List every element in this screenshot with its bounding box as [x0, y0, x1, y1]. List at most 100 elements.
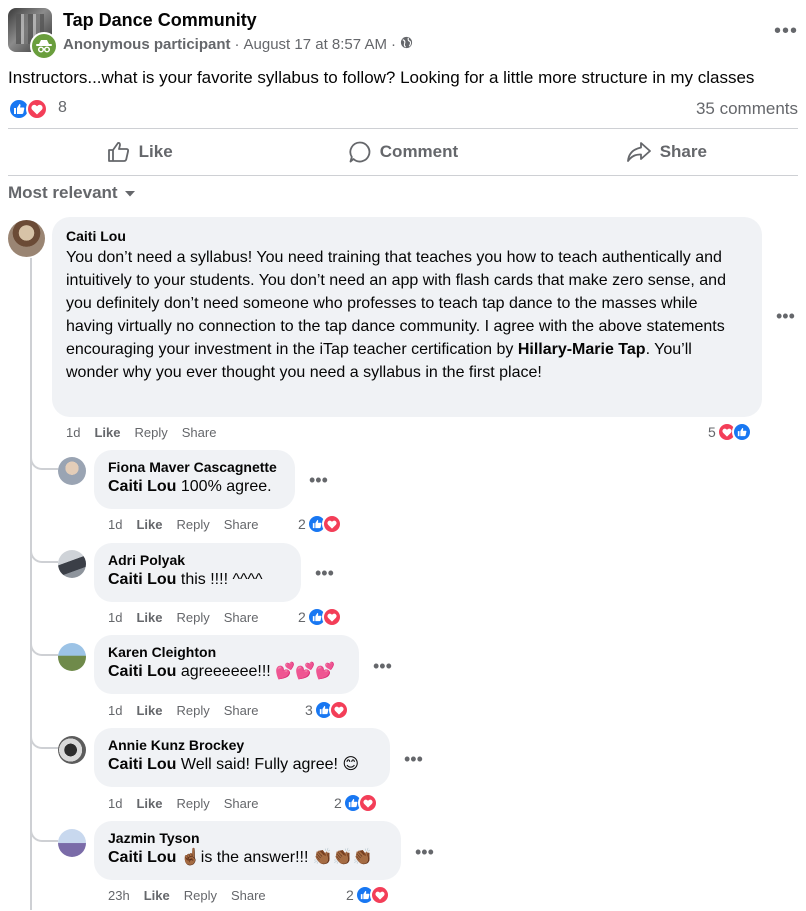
- comment-time[interactable]: 23h: [108, 888, 130, 903]
- comment-options-icon[interactable]: •••: [776, 306, 795, 327]
- post-meta: Anonymous participant · August 17 at 8:5…: [63, 36, 413, 53]
- comment-options-icon[interactable]: •••: [373, 656, 392, 677]
- meta-separator: ·: [390, 36, 396, 53]
- like-button[interactable]: Like: [8, 130, 271, 174]
- comment-share-button[interactable]: Share: [224, 610, 259, 625]
- reply-text-part: this !!!! ^^^^: [176, 571, 263, 588]
- reaction-count: 8: [58, 99, 67, 116]
- comment-reply-button[interactable]: Reply: [176, 796, 209, 811]
- commenter-name[interactable]: Karen Cleighton: [108, 644, 345, 660]
- reply-text-part: Well said! Fully agree! 😊: [176, 756, 360, 773]
- comment-time[interactable]: 1d: [66, 425, 80, 440]
- post-options-icon[interactable]: •••: [774, 20, 798, 43]
- caret-down-icon: [124, 183, 136, 203]
- share-button[interactable]: Share: [535, 130, 798, 174]
- avatar[interactable]: [58, 643, 86, 671]
- reply-actions: 23h Like Reply Share: [108, 888, 266, 903]
- comment-sort-dropdown[interactable]: Most relevant: [8, 183, 136, 203]
- commenter-name[interactable]: Jazmin Tyson: [108, 830, 387, 846]
- comment-share-button[interactable]: Share: [224, 796, 259, 811]
- thread-line: [30, 258, 32, 910]
- comment-time[interactable]: 1d: [108, 517, 122, 532]
- comments-count[interactable]: 35 comments: [696, 99, 798, 119]
- comment-time[interactable]: 1d: [108, 610, 122, 625]
- comment-time[interactable]: 1d: [108, 796, 122, 811]
- comment-reactions[interactable]: 2: [334, 793, 378, 813]
- anonymous-icon: [30, 32, 58, 60]
- comment-options-icon[interactable]: •••: [309, 470, 328, 491]
- reply-connector: [30, 735, 58, 749]
- reply-bubble: Adri Polyak Caiti Lou this !!!! ^^^^: [94, 543, 301, 602]
- comment-share-button[interactable]: Share: [224, 703, 259, 718]
- comment-share-button[interactable]: Share: [231, 888, 266, 903]
- comment-like-button[interactable]: Like: [136, 517, 162, 532]
- group-name[interactable]: Tap Dance Community: [63, 10, 257, 31]
- post-date[interactable]: August 17 at 8:57 AM: [244, 36, 387, 53]
- comment-actions: 1d Like Reply Share: [66, 425, 216, 440]
- comment-like-button[interactable]: Like: [136, 796, 162, 811]
- avatar[interactable]: [58, 736, 86, 764]
- reaction-icons: [8, 98, 48, 120]
- avatar[interactable]: [58, 550, 86, 578]
- comment-reply-button[interactable]: Reply: [176, 703, 209, 718]
- commenter-name[interactable]: Fiona Maver Cascagnette: [108, 459, 281, 475]
- post-header: Tap Dance Community Anonymous participan…: [8, 8, 798, 60]
- avatar[interactable]: [58, 829, 86, 857]
- comment-like-button[interactable]: Like: [144, 888, 170, 903]
- love-reaction-icon: [357, 793, 378, 813]
- post-reactions[interactable]: 8 35 comments: [8, 96, 798, 122]
- mention-link[interactable]: Caiti Lou: [108, 571, 176, 588]
- comment-reactions[interactable]: 2: [346, 885, 390, 905]
- reply-bubble: Annie Kunz Brockey Caiti Lou Well said! …: [94, 728, 390, 787]
- mention-link[interactable]: Caiti Lou: [108, 756, 176, 773]
- avatar[interactable]: [8, 220, 45, 257]
- comment-share-button[interactable]: Share: [182, 425, 217, 440]
- comment-options-icon[interactable]: •••: [415, 842, 434, 863]
- commenter-name[interactable]: Adri Polyak: [108, 552, 287, 568]
- reply-connector: [30, 549, 58, 563]
- commenter-name[interactable]: Caiti Lou: [66, 228, 748, 244]
- reply-text: Caiti Lou 100% agree.: [108, 475, 281, 498]
- comment-reactions[interactable]: 2: [298, 514, 342, 534]
- mention-link[interactable]: Caiti Lou: [108, 478, 176, 495]
- love-reaction-icon: [369, 885, 390, 905]
- comment-reactions[interactable]: 2: [298, 607, 342, 627]
- comment-text: You don’t need a syllabus! You need trai…: [66, 246, 748, 384]
- reply-text: Caiti Lou ☝🏾is the answer!!! 👏🏾👏🏾👏🏾: [108, 846, 387, 869]
- comment-time[interactable]: 1d: [108, 703, 122, 718]
- post-author[interactable]: Anonymous participant: [63, 36, 231, 53]
- comment-reactions[interactable]: 5: [708, 422, 752, 442]
- comment-like-button[interactable]: Like: [136, 703, 162, 718]
- comment-button[interactable]: Comment: [271, 130, 534, 174]
- reaction-count: 2: [298, 516, 306, 532]
- reply-connector: [30, 828, 58, 842]
- mention-link[interactable]: Caiti Lou: [108, 849, 176, 866]
- comment-reply-button[interactable]: Reply: [184, 888, 217, 903]
- reaction-count: 2: [346, 887, 354, 903]
- like-reaction-icon: [731, 422, 752, 442]
- comment-reply-button[interactable]: Reply: [176, 610, 209, 625]
- comment-reply-button[interactable]: Reply: [176, 517, 209, 532]
- reply-actions: 1d Like Reply Share: [108, 703, 258, 718]
- post-text: Instructors...what is your favorite syll…: [8, 68, 755, 87]
- comment-like-button[interactable]: Like: [136, 610, 162, 625]
- mention-link[interactable]: Hillary-Marie Tap: [518, 341, 646, 358]
- comment-options-icon[interactable]: •••: [315, 563, 334, 584]
- divider: [8, 175, 798, 176]
- comment-share-button[interactable]: Share: [224, 517, 259, 532]
- comment-icon: [349, 141, 371, 163]
- share-icon: [626, 142, 651, 162]
- comment-like-button[interactable]: Like: [94, 425, 120, 440]
- avatar[interactable]: [58, 457, 86, 485]
- reply-actions: 1d Like Reply Share: [108, 796, 258, 811]
- comment-reply-button[interactable]: Reply: [134, 425, 167, 440]
- comment-bubble: Caiti Lou You don’t need a syllabus! You…: [52, 217, 762, 417]
- reply-bubble: Fiona Maver Cascagnette Caiti Lou 100% a…: [94, 450, 295, 509]
- commenter-name[interactable]: Annie Kunz Brockey: [108, 737, 376, 753]
- mention-link[interactable]: Caiti Lou: [108, 663, 176, 680]
- globe-icon: [400, 36, 413, 53]
- reaction-count: 2: [334, 795, 342, 811]
- comment-options-icon[interactable]: •••: [404, 749, 423, 770]
- divider: [8, 128, 798, 129]
- comment-reactions[interactable]: 3: [305, 700, 349, 720]
